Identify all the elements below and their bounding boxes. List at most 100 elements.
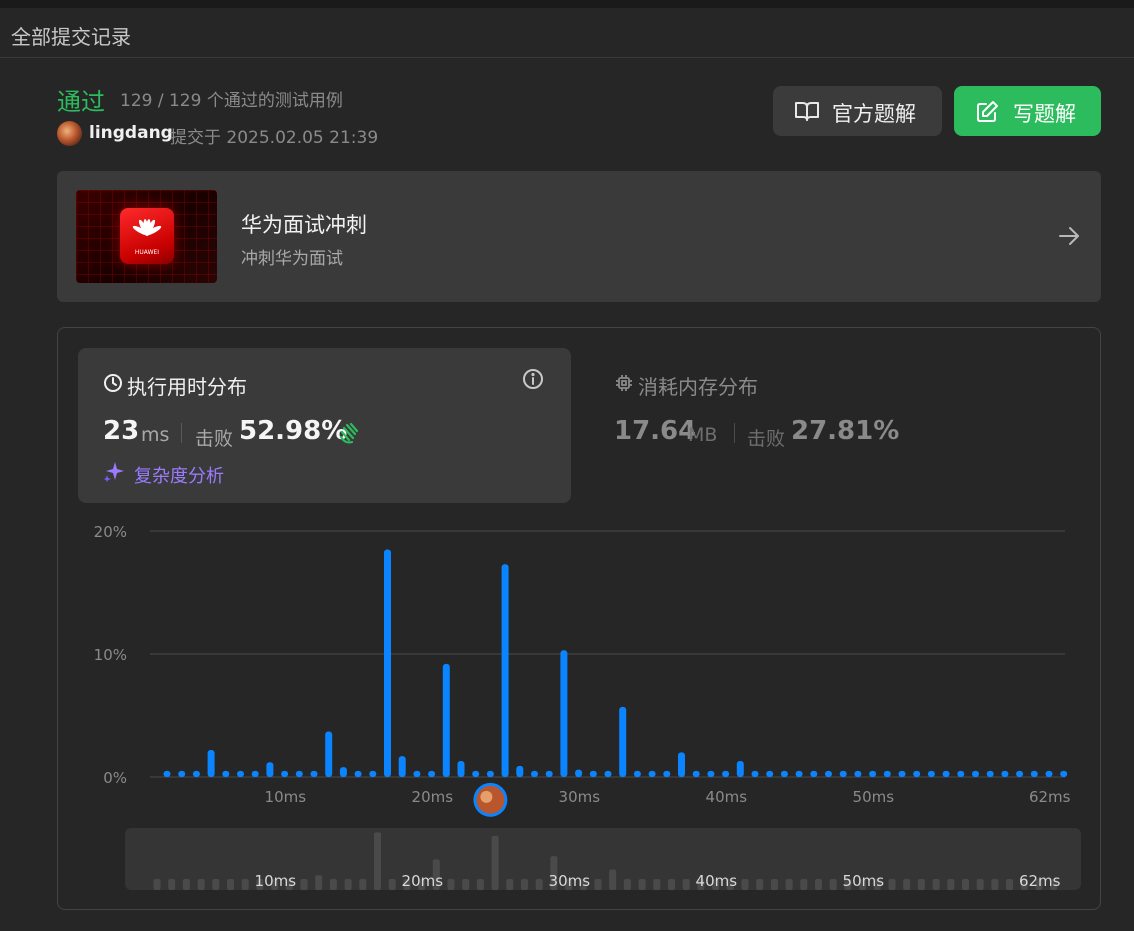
promo-card[interactable]: HUAWEI 华为面试冲刺 冲刺华为面试 [57, 171, 1101, 302]
chart-bar[interactable] [178, 770, 186, 777]
chart-bar[interactable] [325, 731, 333, 777]
chart-bar[interactable] [604, 770, 612, 777]
chart-bar[interactable] [883, 770, 891, 777]
chart-bar[interactable] [310, 770, 318, 777]
x-tick-label: 10ms [265, 788, 307, 806]
chart-bar[interactable] [266, 762, 274, 777]
mini-chart-bar [476, 879, 484, 890]
x-tick-label: 62ms [1029, 788, 1071, 806]
chart-bar[interactable] [913, 770, 921, 777]
x-tick-label: 50ms [853, 788, 895, 806]
chart-bar[interactable] [575, 769, 583, 777]
chart-bar[interactable] [545, 770, 553, 777]
mini-chart-bar [829, 879, 837, 890]
chart-bar[interactable] [516, 765, 524, 777]
chart-bar[interactable] [1045, 770, 1053, 777]
chart-bar[interactable] [428, 770, 436, 777]
chart-bar[interactable] [384, 549, 391, 777]
chart-bar[interactable] [751, 770, 759, 777]
chart-bar[interactable] [854, 770, 862, 777]
chart-range-selector[interactable]: 10ms 20ms 30ms 40ms 50ms 62ms [125, 828, 1081, 890]
mini-chart-bar [756, 879, 764, 890]
chart-bar[interactable] [957, 770, 965, 777]
y-tick-label: 10% [94, 646, 127, 664]
chart-bar[interactable] [442, 663, 450, 777]
chart-bar[interactable] [560, 650, 568, 777]
mini-chart-bar [653, 879, 661, 890]
chart-bar[interactable] [369, 770, 377, 777]
mini-chart-bar [991, 879, 999, 890]
chart-bar[interactable] [972, 770, 979, 777]
mini-chart-bar [668, 879, 675, 890]
chart-bar[interactable] [472, 770, 480, 777]
chart-bar[interactable] [295, 770, 303, 777]
mini-chart-bar [785, 879, 793, 890]
mini-chart-bar [300, 879, 308, 890]
mini-x-tick-label: 62ms [1019, 872, 1061, 890]
runtime-chart[interactable]: 0% 10% 20% 10ms 20ms 30ms 40ms 50ms 62ms [58, 328, 1100, 818]
chart-bar[interactable] [237, 770, 244, 777]
chart-bar[interactable] [766, 770, 774, 777]
chart-bar[interactable] [927, 770, 935, 777]
chart-bar[interactable] [192, 770, 200, 777]
mini-chart-bar [447, 879, 455, 890]
mini-chart-bar [815, 879, 822, 890]
chart-bar[interactable] [707, 770, 715, 777]
chart-bar[interactable] [692, 770, 700, 777]
arrow-right-icon[interactable] [1057, 224, 1081, 248]
chart-bar[interactable] [486, 770, 494, 777]
chart-bar[interactable] [825, 770, 832, 777]
chart-bar[interactable] [898, 770, 906, 777]
chart-bar[interactable] [986, 770, 994, 777]
chart-bar[interactable] [780, 770, 788, 777]
chart-bar[interactable] [633, 770, 641, 777]
chart-bar[interactable] [251, 770, 259, 777]
chart-bar[interactable] [722, 770, 730, 777]
chart-bar[interactable] [281, 770, 289, 777]
chart-bar[interactable] [354, 770, 362, 777]
mini-x-tick-label: 20ms [402, 872, 444, 890]
official-solution-button[interactable]: 官方题解 [773, 86, 942, 136]
test-cases-text: 129 / 129 个通过的测试用例 [120, 91, 343, 111]
chart-bar[interactable] [942, 770, 950, 777]
chart-bar[interactable] [619, 706, 627, 777]
chart-bar[interactable] [1030, 770, 1038, 777]
mini-chart-bar [741, 879, 749, 890]
chart-bar[interactable] [1060, 770, 1068, 777]
write-solution-button[interactable]: 写题解 [954, 86, 1101, 136]
chart-bar[interactable] [222, 770, 230, 777]
mini-chart-bar [329, 879, 337, 890]
mini-chart-bar [506, 879, 514, 890]
chart-bar[interactable] [839, 770, 847, 777]
chart-bar[interactable] [810, 770, 818, 777]
mini-chart[interactable]: 10ms 20ms 30ms 40ms 50ms 62ms [125, 828, 1081, 890]
chart-bar[interactable] [663, 770, 671, 777]
mini-chart-bar [623, 879, 631, 890]
chart-bar[interactable] [501, 564, 509, 777]
avatar[interactable] [57, 121, 82, 146]
mini-chart-bar [153, 879, 161, 890]
chart-bar[interactable] [163, 770, 171, 777]
chart-bar[interactable] [398, 756, 406, 777]
chart-bar[interactable] [413, 770, 421, 777]
mini-chart-bar [1006, 879, 1014, 890]
chart-bar[interactable] [869, 770, 877, 777]
chart-bar[interactable] [1016, 770, 1024, 777]
chart-bar[interactable] [678, 752, 685, 777]
chart-bar[interactable] [1001, 770, 1009, 777]
chart-bar[interactable] [589, 770, 597, 777]
mini-chart-bar [888, 879, 896, 890]
chart-bar[interactable] [795, 770, 803, 777]
chart-bar[interactable] [531, 770, 538, 777]
chart-bar[interactable] [648, 770, 656, 777]
chart-bar[interactable] [736, 761, 744, 777]
chart-bar[interactable] [339, 767, 347, 777]
username[interactable]: lingdang [89, 123, 173, 143]
chart-bar[interactable] [207, 749, 215, 777]
book-icon [795, 102, 819, 121]
mini-chart-bar [462, 879, 470, 890]
mini-chart-bar [609, 869, 617, 890]
header: 全部提交记录 [0, 8, 1134, 58]
promo-image: HUAWEI [76, 190, 217, 283]
chart-bar[interactable] [457, 761, 465, 777]
